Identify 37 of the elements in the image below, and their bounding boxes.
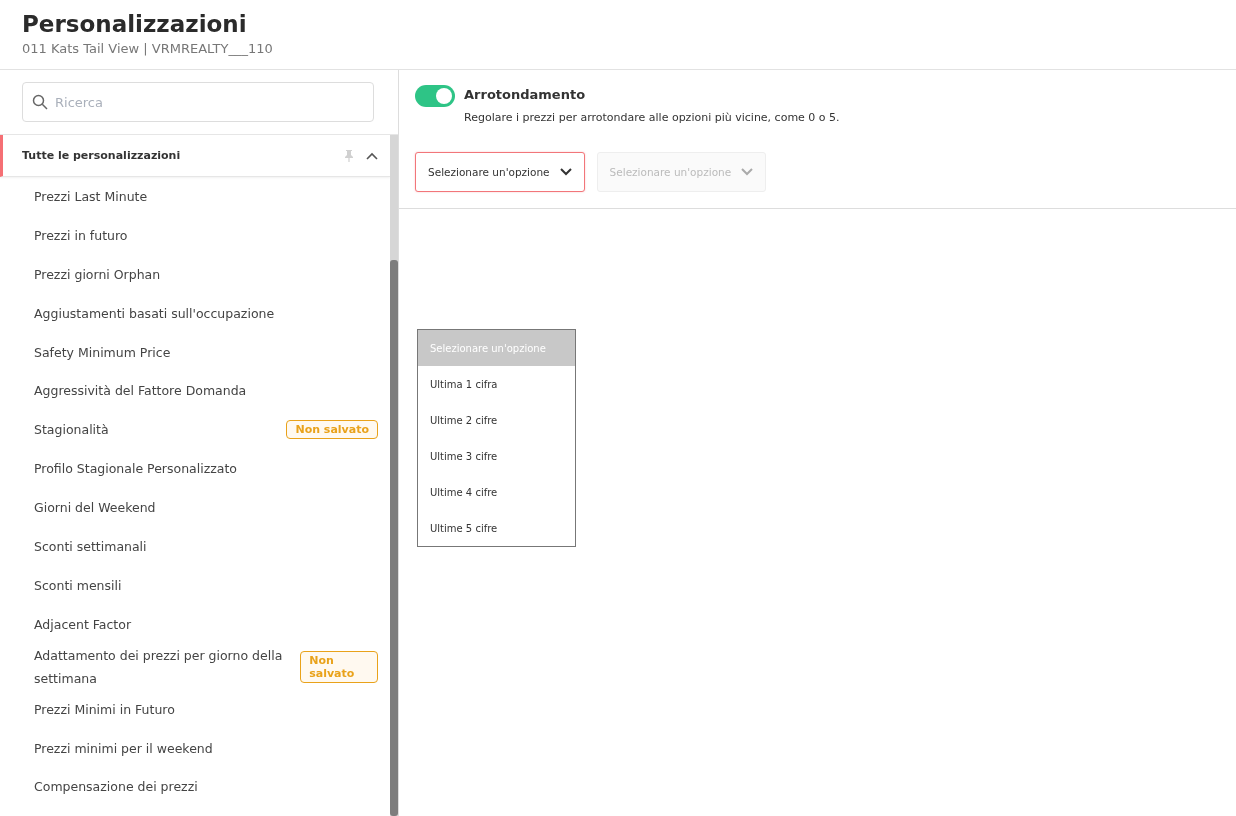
sidebar-item[interactable]: Prezzi giorni Orphan	[34, 262, 161, 286]
scrollbar[interactable]	[390, 135, 398, 816]
dropdown-option[interactable]: Ultime 2 cifre	[418, 402, 575, 438]
page-subtitle: 011 Kats Tail View | VRMREALTY___110	[22, 41, 274, 56]
sidebar-item[interactable]: Stagionalità	[34, 418, 109, 442]
dropdown-option[interactable]: Ultime 4 cifre	[418, 474, 575, 510]
sidebar-item[interactable]: Prezzi minimi per il weekend	[34, 736, 213, 760]
sidebar-item[interactable]: Adjacent Factor	[34, 612, 132, 636]
sidebar-item[interactable]: Aggiustamenti basati sull'occupazione	[34, 301, 275, 325]
section-title: Tutte le personalizzazioni	[22, 149, 181, 162]
setting-description: Regolare i prezzi per arrotondare alle opzioni più vicine, come 0 o 5.	[464, 111, 840, 124]
sidebar-item[interactable]: Adattamento dei prezzi per giorno della settimana	[34, 643, 291, 690]
sidebar-item[interactable]: Sconti mensili	[34, 573, 122, 597]
chevron-down-icon	[741, 168, 754, 176]
select-dropdown[interactable]: Selezionare un'opzione	[415, 152, 585, 192]
dropdown-option[interactable]: Ultima 1 cifra	[418, 366, 575, 402]
status-badge: Non salvato	[286, 420, 378, 440]
status-badge: Non salvato	[300, 650, 378, 683]
chevron-up-icon[interactable]	[366, 151, 378, 160]
toggle-switch[interactable]	[415, 85, 455, 107]
sidebar-item[interactable]: Sconti settimanali	[34, 534, 147, 558]
scrollbar-thumb[interactable]	[390, 260, 398, 816]
sidebar-item[interactable]: Prezzi in futuro	[34, 223, 128, 247]
chevron-down-icon	[559, 168, 572, 176]
sidebar-item[interactable]: Safety Minimum Price	[34, 340, 171, 364]
page-title: Personalizzazioni	[22, 10, 248, 38]
sidebar-item[interactable]: Prezzi Last Minute	[34, 184, 148, 208]
dropdown-option[interactable]: Ultime 5 cifre	[418, 510, 575, 546]
search-field[interactable]: Ricerca	[22, 82, 374, 122]
sidebar-item[interactable]: Aggressività del Fattore Domanda	[34, 379, 247, 403]
dropdown-option[interactable]: Ultime 3 cifre	[418, 438, 575, 474]
pin-icon[interactable]	[344, 149, 354, 162]
sidebar-item[interactable]: Compensazione dei prezzi	[34, 775, 198, 799]
sidebar-item[interactable]: Profilo Stagionale Personalizzato	[34, 457, 237, 481]
sidebar-item[interactable]: Giorni del Weekend	[34, 496, 156, 520]
setting-title: Arrotondamento	[464, 86, 587, 104]
sidebar-item[interactable]: Prezzi Minimi in Futuro	[34, 697, 175, 721]
